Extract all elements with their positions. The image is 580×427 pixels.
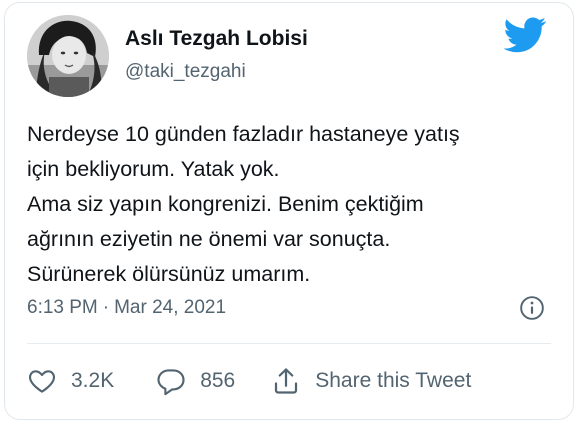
tweet-card: Aslı Tezgah Lobisi @taki_tezgahi Nerdeys… [4, 2, 574, 420]
share-icon [275, 368, 298, 394]
tweet-timestamp[interactable]: 6:13 PM · Mar 24, 2021 [27, 297, 226, 319]
tweet-line: ağrının eziyetin ne önemi var sonuçta. [27, 227, 391, 251]
twitter-bird-icon[interactable] [503, 17, 547, 53]
author-handle[interactable]: @taki_tezgahi [125, 61, 246, 83]
share-button[interactable]: Share this Tweet [271, 366, 471, 396]
share-label: Share this Tweet [315, 369, 472, 392]
tweet-line: Nerdeyse 10 günden fazladır hastaneye ya… [27, 122, 460, 146]
tweet-line: için bekliyorum. Yatak yok. [27, 157, 280, 181]
like-count: 3.2K [71, 369, 115, 392]
meta-separator: · [102, 297, 110, 318]
tweet-line: Sürünerek ölürsünüz umarım. [27, 262, 311, 286]
tweet-date: Mar 24, 2021 [114, 297, 227, 318]
author-name[interactable]: Aslı Tezgah Lobisi [125, 27, 308, 51]
avatar-photo [27, 15, 109, 97]
avatar[interactable] [27, 15, 109, 97]
tweet-text: Nerdeyse 10 günden fazladır hastaneye ya… [27, 117, 557, 292]
action-bar: 3.2K 856 Share this Tweet [27, 363, 471, 399]
like-button[interactable]: 3.2K [27, 366, 114, 396]
tweet-line: Ama siz yapın kongrenizi. Benim çektiğim [27, 192, 424, 216]
heart-icon [29, 370, 55, 393]
speech-bubble-icon [157, 369, 185, 396]
reply-count: 856 [200, 369, 236, 392]
divider [27, 343, 551, 344]
info-icon[interactable] [519, 295, 545, 321]
tweet-time: 6:13 PM [27, 297, 98, 318]
reply-button[interactable]: 856 [156, 366, 235, 396]
